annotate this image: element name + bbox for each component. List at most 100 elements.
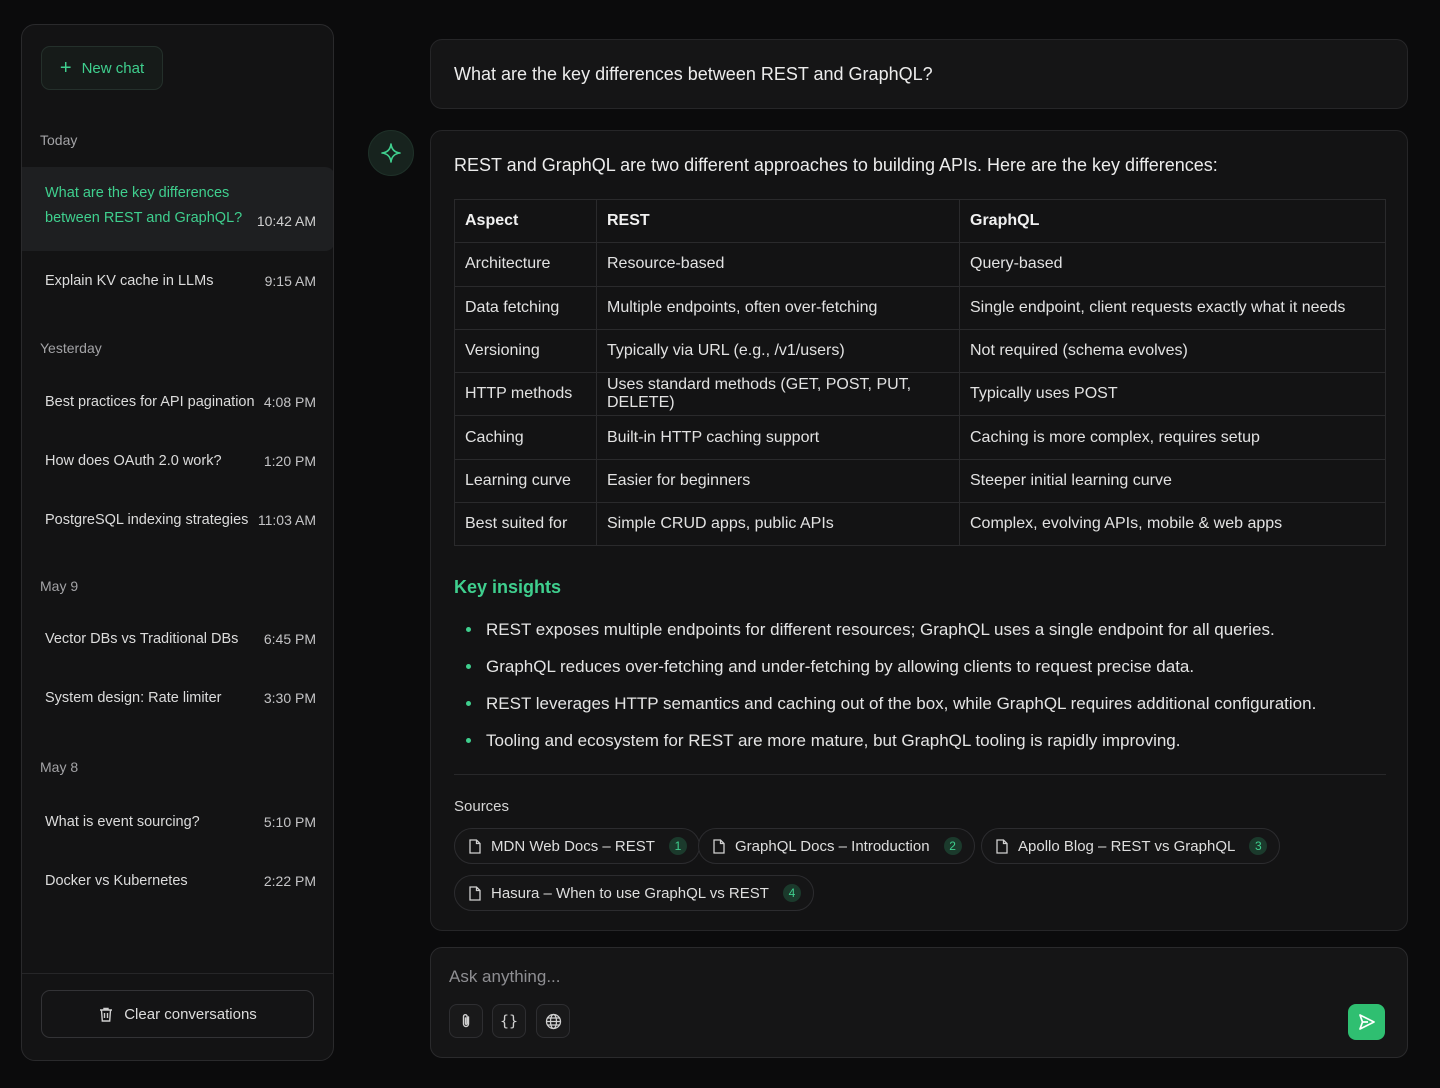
answer-intro: REST and GraphQL are two different appro… [454,155,1218,175]
table-cell: Built-in HTTP caching support [596,415,960,460]
conversation-item[interactable]: How does OAuth 2.0 work? 1:20 PM [22,449,333,473]
conversation-time: 9:15 AM [264,273,316,289]
assistant-avatar [368,130,414,176]
group-label-today: Today [40,132,78,148]
insight-text: REST leverages HTTP semantics and cachin… [486,693,1317,713]
source-title: Hasura – When to use GraphQL vs REST [491,884,769,902]
table-cell: Architecture [454,242,597,287]
document-icon [713,838,725,854]
table-row: Best suited for Simple CRUD apps, public… [454,502,1386,547]
source-title: GraphQL Docs – Introduction [735,837,930,855]
trash-icon [100,1007,113,1022]
conversation-title: Best practices for API pagination [45,394,255,410]
insights-list: REST exposes multiple endpoints for diff… [454,611,1316,759]
source-number: 1 [668,837,687,855]
list-item: Tooling and ecosystem for REST are more … [454,722,1316,759]
source-chip[interactable]: Hasura – When to use GraphQL vs REST 4 [454,875,814,911]
code-icon: {} [499,1012,519,1030]
table-cell: Resource-based [596,242,960,287]
table-cell: Query-based [959,242,1386,287]
conversation-time: 3:30 PM [263,690,316,706]
conversation-item[interactable]: What is event sourcing? 5:10 PM [22,810,333,834]
plus-icon: + [59,57,72,79]
attach-button[interactable] [449,1004,483,1038]
table-cell: Typically via URL (e.g., /v1/users) [596,328,960,374]
table-cell: HTTP methods [454,372,597,417]
send-icon [1358,1014,1375,1030]
list-item: REST leverages HTTP semantics and cachin… [454,685,1316,722]
conversation-title: What is event sourcing? [45,814,200,830]
web-search-button[interactable] [536,1004,570,1038]
table-row: Data fetching Multiple endpoints, often … [454,285,1386,330]
composer: {} [430,947,1408,1058]
user-message: What are the key differences between RES… [430,39,1408,109]
send-button[interactable] [1348,1004,1385,1040]
sources-label: Sources [454,798,510,815]
table-cell: Typically uses POST [959,372,1386,417]
source-number: 2 [943,837,962,855]
conversation-title: Docker vs Kubernetes [45,873,188,889]
conversation-item[interactable]: PostgreSQL indexing strategies 11:03 AM [22,508,333,532]
table-header-row: Aspect REST GraphQL [454,198,1386,244]
group-label-may9: May 9 [40,578,79,594]
conversation-item[interactable]: Docker vs Kubernetes 2:22 PM [22,869,333,893]
clear-conversations-label: Clear conversations [124,1005,257,1023]
sparkle-icon [381,143,401,163]
globe-icon [545,1013,561,1029]
document-icon [469,885,481,901]
clear-conversations-button[interactable]: Clear conversations [41,990,314,1038]
table-row: Caching Built-in HTTP caching support Ca… [454,415,1386,460]
table-cell: Easier for beginners [596,458,960,504]
list-item: REST exposes multiple endpoints for diff… [454,611,1316,648]
conversation-title: PostgreSQL indexing strategies [45,512,249,528]
table-cell: Steeper initial learning curve [959,458,1386,504]
source-chip[interactable]: Apollo Blog – REST vs GraphQL 3 [981,828,1281,864]
conversation-title: How does OAuth 2.0 work? [45,453,222,469]
sidebar: + New chat Today What are the key differ… [21,24,334,1061]
source-chip[interactable]: GraphQL Docs – Introduction 2 [698,828,975,864]
bullet-icon [466,738,471,743]
new-chat-button[interactable]: + New chat [41,46,163,90]
conversation-item[interactable]: Best practices for API pagination 4:08 P… [22,390,333,414]
table-cell: Uses standard methods (GET, POST, PUT, D… [596,372,960,417]
table-row: Versioning Typically via URL (e.g., /v1/… [454,328,1386,374]
insight-text: Tooling and ecosystem for REST are more … [486,730,1181,750]
table-row: Architecture Resource-based Query-based [454,242,1386,287]
table-cell: Learning curve [454,458,597,504]
user-message-text: What are the key differences between RES… [454,63,933,84]
code-button[interactable]: {} [492,1004,526,1038]
conversation-title: Explain KV cache in LLMs [45,273,214,289]
source-number: 4 [782,884,801,902]
conversation-item[interactable]: System design: Rate limiter 3:30 PM [22,686,333,710]
message-input[interactable] [449,962,1349,992]
conversation-time: 10:42 AM [256,213,316,229]
table-cell: Single endpoint, client requests exactly… [959,285,1386,330]
bullet-icon [466,627,471,632]
source-number: 3 [1249,837,1268,855]
conversation-time: 5:10 PM [263,814,316,830]
source-chip[interactable]: MDN Web Docs – REST 1 [454,828,700,864]
conversation-time: 11:03 AM [257,512,316,528]
conversation-time: 6:45 PM [263,631,316,647]
table-header: Aspect [454,198,597,244]
conversation-title: System design: Rate limiter [45,690,222,706]
new-chat-label: New chat [81,59,145,77]
table-cell: Complex, evolving APIs, mobile & web app… [959,502,1386,547]
table-cell: Caching [454,415,597,460]
assistant-message: REST and GraphQL are two different appro… [430,130,1408,931]
conversation-item[interactable]: Explain KV cache in LLMs 9:15 AM [22,269,333,293]
insight-text: REST exposes multiple endpoints for diff… [486,619,1275,639]
insights-title: Key insights [454,577,562,597]
group-label-yesterday: Yesterday [40,340,102,356]
conversation-item-active[interactable]: What are the key differences between RES… [22,167,333,251]
document-icon [469,838,481,854]
table-cell: Multiple endpoints, often over-fetching [596,285,960,330]
conversation-item[interactable]: Vector DBs vs Traditional DBs 6:45 PM [22,627,333,651]
comparison-table: Aspect REST GraphQL Architecture Resourc… [454,198,1386,547]
table-header: GraphQL [959,198,1386,244]
table-row: HTTP methods Uses standard methods (GET,… [454,372,1386,417]
table-cell: Data fetching [454,285,597,330]
conversation-title: What are the key differences between RES… [45,185,243,226]
divider [454,774,1386,775]
bullet-icon [466,701,471,706]
